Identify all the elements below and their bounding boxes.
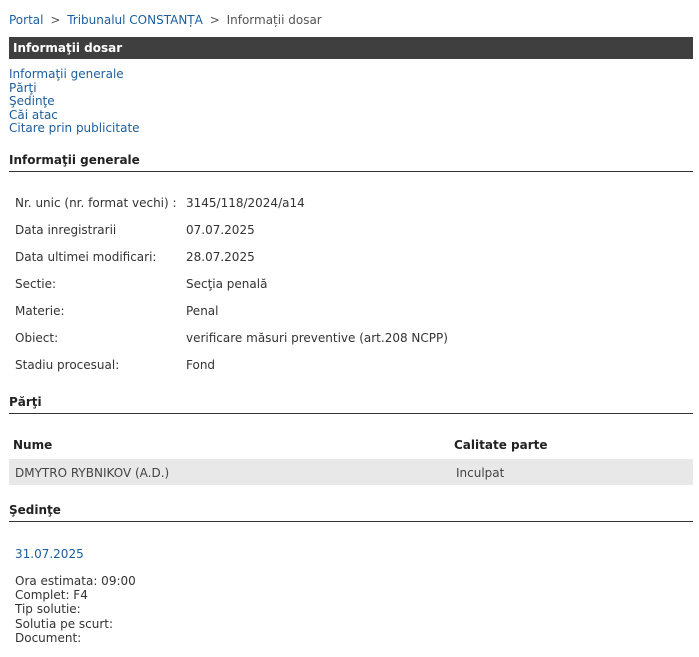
- parties-column-name: Nume: [13, 438, 53, 452]
- info-label: Nr. unic (nr. format vechi) :: [15, 196, 177, 210]
- info-label: Data inregistrarii: [15, 223, 117, 237]
- nav-link-parties[interactable]: Părţi: [9, 81, 37, 95]
- info-value: Fond: [186, 358, 216, 372]
- section-nav: Informaţii generale Părţi Şedinţe Căi at…: [9, 67, 140, 136]
- session-date: 31.07.2025: [15, 547, 84, 561]
- nav-link-general-info[interactable]: Informaţii generale: [9, 67, 124, 81]
- info-value: Secţia penală: [186, 277, 268, 291]
- nav-link-public-summons[interactable]: Citare prin publicitate: [9, 121, 140, 135]
- info-label: Obiect:: [15, 331, 59, 345]
- section-heading-sessions: Şedinţe: [9, 503, 693, 522]
- nav-link-sessions[interactable]: Şedinţe: [9, 94, 55, 108]
- info-label: Sectie:: [15, 277, 57, 291]
- info-label: Data ultimei modificari:: [15, 250, 157, 264]
- breadcrumb: Portal > Tribunalul CONSTANȚA > Informaț…: [9, 13, 322, 27]
- info-value: 07.07.2025: [186, 223, 255, 237]
- session-short-solution: Solutia pe scurt:: [15, 616, 114, 631]
- info-value: 28.07.2025: [186, 250, 255, 264]
- session-details: Ora estimata: 09:00 Complet: F4 Tip solu…: [15, 574, 136, 645]
- breadcrumb-separator: >: [50, 13, 61, 27]
- session-solution-type: Tip solutie:: [15, 602, 81, 617]
- session-document: Document:: [15, 630, 82, 645]
- page-title: Informaţii dosar: [9, 37, 693, 59]
- info-value: Penal: [186, 304, 219, 318]
- section-heading-parties: Părţi: [9, 395, 693, 414]
- breadcrumb-current: Informații dosar: [226, 13, 322, 27]
- party-role: Inculpat: [456, 466, 505, 480]
- info-label: Materie:: [15, 304, 65, 318]
- nav-link-appeals[interactable]: Căi atac: [9, 108, 58, 122]
- session-panel: Complet: F4: [15, 588, 88, 603]
- info-label: Stadiu procesual:: [15, 358, 120, 372]
- parties-column-role: Calitate parte: [454, 438, 548, 452]
- party-name: DMYTRO RYBNIKOV (A.D.): [15, 466, 170, 480]
- section-heading-general-info: Informaţii generale: [9, 153, 693, 172]
- session-estimated-time: Ora estimata: 09:00: [15, 574, 136, 588]
- breadcrumb-portal-link[interactable]: Portal: [9, 13, 43, 27]
- info-value: verificare măsuri preventive (art.208 NC…: [186, 331, 448, 345]
- breadcrumb-separator: >: [209, 13, 220, 27]
- breadcrumb-court-link[interactable]: Tribunalul CONSTANȚA: [67, 13, 203, 27]
- info-value: 3145/118/2024/a14: [186, 196, 305, 210]
